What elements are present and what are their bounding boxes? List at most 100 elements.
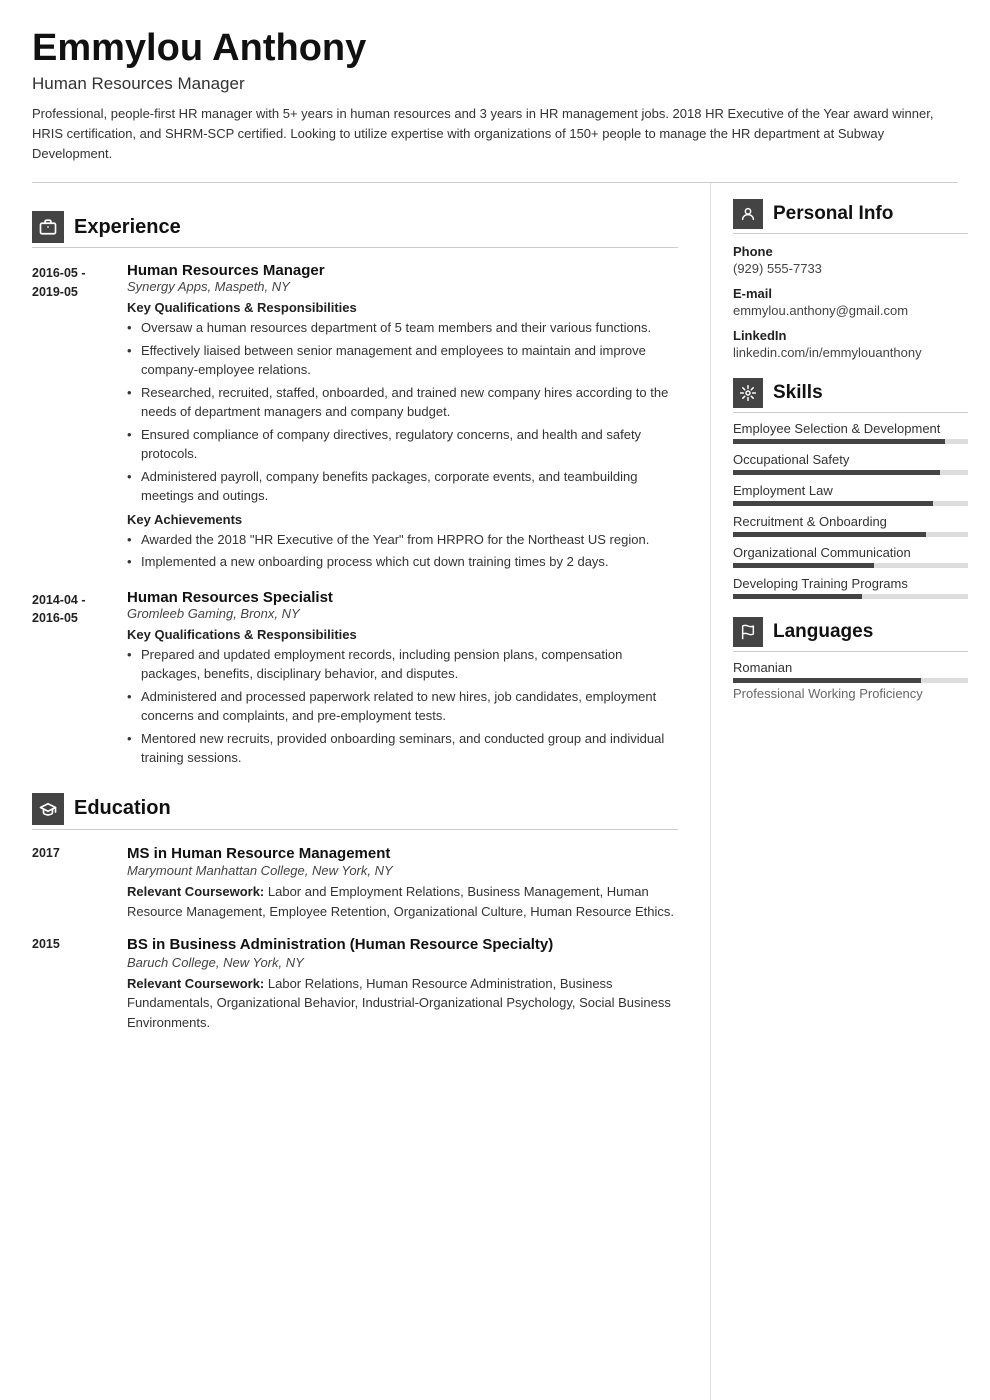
skills-section-header: Skills (733, 378, 968, 413)
edu-coursework-2: Relevant Coursework: Labor Relations, Hu… (127, 974, 678, 1033)
skill-name: Employment Law (733, 483, 968, 498)
exp-job-title-2: Human Resources Specialist (127, 589, 678, 606)
skill-item: Employment Law (733, 483, 968, 506)
bullet-item: Prepared and updated employment records,… (127, 645, 678, 684)
skill-bar-bg (733, 532, 968, 537)
edu-degree-1: MS in Human Resource Management (127, 844, 678, 864)
two-col-layout: Experience 2016-05 - 2019-05 Human Resou… (0, 183, 990, 1400)
exp-subsection-title-1-1: Key Qualifications & Responsibilities (127, 300, 678, 315)
skill-name: Employee Selection & Development (733, 421, 968, 436)
education-section-header: Education (32, 793, 678, 830)
education-entry-2: 2015 BS in Business Administration (Huma… (32, 935, 678, 1032)
skill-bar-bg (733, 439, 968, 444)
education-entry-1: 2017 MS in Human Resource Management Mar… (32, 844, 678, 922)
languages-section-header: Languages (733, 617, 968, 652)
skills-icon (733, 378, 763, 408)
bullet-item: Researched, recruited, staffed, onboarde… (127, 383, 678, 422)
skill-name: Organizational Communication (733, 545, 968, 560)
edu-coursework-1: Relevant Coursework: Labor and Employmen… (127, 882, 678, 921)
bullet-item: Administered payroll, company benefits p… (127, 467, 678, 506)
edu-school-2: Baruch College, New York, NY (127, 955, 678, 970)
candidate-summary: Professional, people-first HR manager wi… (32, 104, 958, 164)
skill-name: Developing Training Programs (733, 576, 968, 591)
language-bar-bg (733, 678, 968, 683)
bullet-item: Mentored new recruits, provided onboardi… (127, 729, 678, 768)
skill-item: Organizational Communication (733, 545, 968, 568)
education-title: Education (74, 797, 171, 820)
phone-label: Phone (733, 244, 968, 259)
skill-bar-bg (733, 594, 968, 599)
linkedin-value: linkedin.com/in/emmylouanthony (733, 345, 968, 360)
briefcase-icon (32, 211, 64, 243)
languages-title: Languages (773, 621, 873, 643)
main-column: Experience 2016-05 - 2019-05 Human Resou… (0, 183, 710, 1400)
skill-name: Recruitment & Onboarding (733, 514, 968, 529)
coursework-label: Relevant Coursework: (127, 976, 264, 991)
bullet-item: Awarded the 2018 "HR Executive of the Ye… (127, 530, 678, 550)
exp-subsection-title-1-2: Key Achievements (127, 512, 678, 527)
bullet-item: Implemented a new onboarding process whi… (127, 552, 678, 572)
bullet-item: Effectively liaised between senior manag… (127, 341, 678, 380)
experience-entry-1: 2016-05 - 2019-05 Human Resources Manage… (32, 262, 678, 575)
edu-date-1: 2017 (32, 844, 127, 922)
exp-bullets-1-1: Oversaw a human resources department of … (127, 318, 678, 506)
email-value: emmylou.anthony@gmail.com (733, 303, 968, 318)
exp-content-2: Human Resources Specialist Gromleeb Gami… (127, 589, 678, 771)
experience-entry-2: 2014-04 - 2016-05 Human Resources Specia… (32, 589, 678, 771)
skill-bar-fill (733, 563, 874, 568)
personal-info-section-header: Personal Info (733, 199, 968, 234)
exp-company-2: Gromleeb Gaming, Bronx, NY (127, 606, 678, 621)
exp-date-2: 2014-04 - 2016-05 (32, 589, 127, 771)
edu-content-2: BS in Business Administration (Human Res… (127, 935, 678, 1032)
candidate-name: Emmylou Anthony (32, 28, 958, 70)
skill-item: Recruitment & Onboarding (733, 514, 968, 537)
edu-school-1: Marymount Manhattan College, New York, N… (127, 863, 678, 878)
skill-bar-fill (733, 532, 926, 537)
edu-date-2: 2015 (32, 935, 127, 1032)
skill-bar-bg (733, 563, 968, 568)
skill-bar-fill (733, 470, 940, 475)
candidate-title: Human Resources Manager (32, 74, 958, 94)
skill-bar-fill (733, 439, 945, 444)
language-level: Professional Working Proficiency (733, 686, 968, 701)
header: Emmylou Anthony Human Resources Manager … (0, 0, 990, 182)
personal-info-title: Personal Info (773, 203, 893, 225)
skill-item: Occupational Safety (733, 452, 968, 475)
edu-degree-2: BS in Business Administration (Human Res… (127, 935, 678, 955)
coursework-label: Relevant Coursework: (127, 884, 264, 899)
exp-content-1: Human Resources Manager Synergy Apps, Ma… (127, 262, 678, 575)
exp-subsection-title-2-1: Key Qualifications & Responsibilities (127, 627, 678, 642)
skill-bar-bg (733, 501, 968, 506)
skill-name: Occupational Safety (733, 452, 968, 467)
exp-bullets-2-1: Prepared and updated employment records,… (127, 645, 678, 768)
graduation-icon (32, 793, 64, 825)
person-icon (733, 199, 763, 229)
phone-value: (929) 555-7733 (733, 261, 968, 276)
language-item: Romanian Professional Working Proficienc… (733, 660, 968, 701)
linkedin-label: LinkedIn (733, 328, 968, 343)
skill-bar-fill (733, 501, 933, 506)
skills-title: Skills (773, 382, 823, 404)
languages-list: Romanian Professional Working Proficienc… (733, 660, 968, 701)
experience-title: Experience (74, 216, 181, 239)
resume-container: Emmylou Anthony Human Resources Manager … (0, 0, 990, 1400)
exp-date-1: 2016-05 - 2019-05 (32, 262, 127, 575)
bullet-item: Oversaw a human resources department of … (127, 318, 678, 338)
edu-content-1: MS in Human Resource Management Marymoun… (127, 844, 678, 922)
bullet-item: Ensured compliance of company directives… (127, 425, 678, 464)
skill-bar-bg (733, 470, 968, 475)
exp-bullets-1-2: Awarded the 2018 "HR Executive of the Ye… (127, 530, 678, 572)
skill-item: Employee Selection & Development (733, 421, 968, 444)
skill-item: Developing Training Programs (733, 576, 968, 599)
flag-icon (733, 617, 763, 647)
language-bar-fill (733, 678, 921, 683)
experience-section-header: Experience (32, 211, 678, 248)
bullet-item: Administered and processed paperwork rel… (127, 687, 678, 726)
email-label: E-mail (733, 286, 968, 301)
exp-job-title-1: Human Resources Manager (127, 262, 678, 279)
sidebar: Personal Info Phone (929) 555-7733 E-mai… (710, 183, 990, 1400)
exp-company-1: Synergy Apps, Maspeth, NY (127, 279, 678, 294)
skills-list: Employee Selection & Development Occupat… (733, 421, 968, 599)
skill-bar-fill (733, 594, 862, 599)
language-name: Romanian (733, 660, 968, 675)
